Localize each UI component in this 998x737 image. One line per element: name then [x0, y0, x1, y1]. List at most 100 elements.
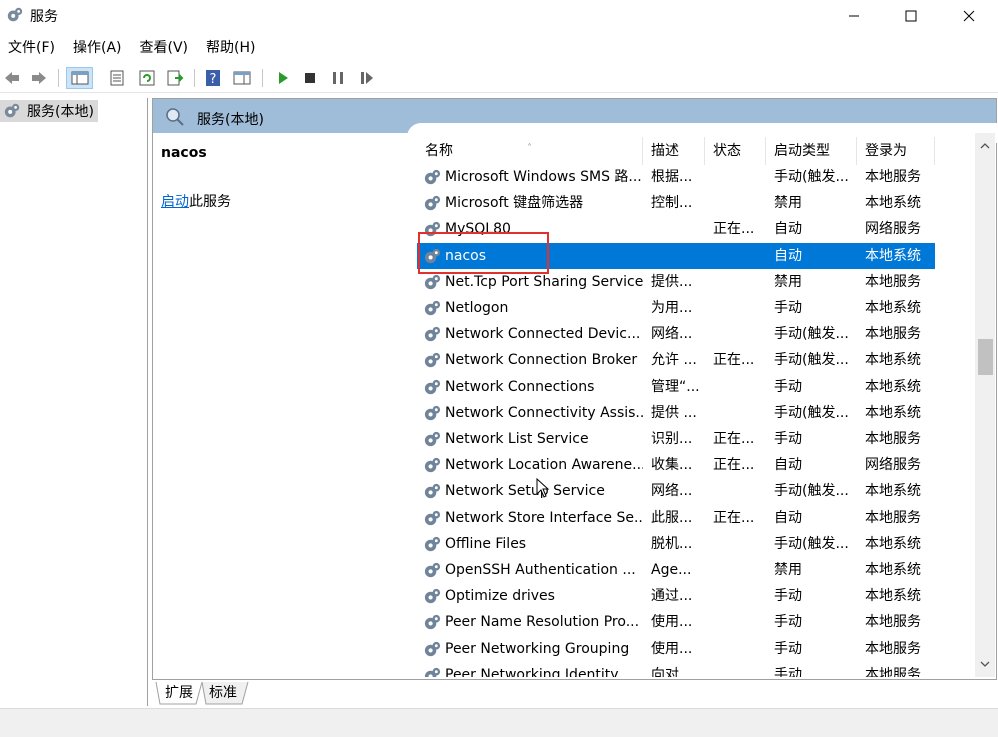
- restart-service-button[interactable]: [356, 67, 378, 89]
- cell-startup-type: 自动: [774, 457, 802, 474]
- properties-button[interactable]: [106, 67, 128, 89]
- cell-status: 正在...: [713, 509, 755, 526]
- cell-logon: 本地系统: [865, 300, 921, 316]
- cell-startup-type: 手动(触发...: [774, 483, 849, 500]
- stop-service-button[interactable]: [299, 67, 321, 89]
- cell-description: 此服...: [651, 509, 693, 526]
- vertical-scrollbar[interactable]: [975, 133, 995, 677]
- column-header-logon[interactable]: 登录为: [857, 137, 935, 165]
- column-header-description[interactable]: 描述: [643, 137, 705, 165]
- scroll-up-icon[interactable]: [980, 141, 990, 151]
- table-row[interactable]: Network Setup Service 网络... 手动(触发... 本地系统: [417, 478, 935, 504]
- cell-logon: 本地系统: [865, 378, 921, 395]
- tree-item-label: 服务(本地): [27, 104, 94, 120]
- cell-status: [713, 269, 765, 295]
- cell-description: 收集...: [651, 457, 693, 474]
- services-gear-icon: [4, 103, 20, 118]
- service-gear-icon: [424, 274, 441, 289]
- cell-description: 为用...: [651, 300, 693, 316]
- cell-description: 根据...: [651, 169, 693, 185]
- table-row[interactable]: Network Location Awarene... 收集... 正在... 自动 网…: [417, 452, 935, 478]
- pause-service-button[interactable]: [327, 67, 349, 89]
- cell-description: 通过...: [651, 588, 693, 605]
- start-service-button[interactable]: [272, 67, 294, 89]
- service-gear-icon: [424, 562, 441, 578]
- table-row[interactable]: Microsoft 键盘筛选器 控制... 禁用 本地系统: [417, 190, 935, 216]
- table-row[interactable]: OpenSSH Authentication ... Age... 禁用 本地系统: [417, 557, 935, 583]
- tree-item-services-local[interactable]: 服务(本地): [0, 100, 98, 122]
- table-row[interactable]: Network Connections 管理“... 手动 本地系统: [417, 374, 935, 400]
- table-row[interactable]: Offline Files 脱机... 手动(触发... 本地系统: [417, 531, 935, 557]
- cell-startup-type: 手动(触发...: [774, 352, 849, 369]
- table-row[interactable]: Optimize drives 通过... 手动 本地系统: [417, 583, 935, 609]
- table-row[interactable]: Microsoft Windows SMS 路... 根据... 手动(触发... 本…: [417, 164, 935, 190]
- scrollbar-thumb[interactable]: [978, 339, 993, 375]
- cell-logon: 本地服务: [865, 509, 921, 526]
- table-row[interactable]: Network Store Interface Se... 此服... 正在... 自…: [417, 505, 935, 531]
- service-gear-icon: [424, 327, 441, 342]
- panel-header-title: 服务(本地): [197, 112, 264, 128]
- cell-name: Network Connections: [445, 378, 595, 395]
- maximize-button[interactable]: [882, 0, 940, 32]
- annotation-highlight-box: [418, 232, 549, 274]
- close-button[interactable]: [940, 0, 998, 32]
- services-panel: 服务(本地) nacos 启动此服务 名称 ˄ 描述 状态 启动类型 登录为 M…: [152, 98, 998, 680]
- table-row[interactable]: Peer Networking Grouping 使用... 手动 本地服务: [417, 636, 935, 662]
- cell-status: [713, 243, 765, 269]
- table-row[interactable]: Netlogon 为用... 手动 本地系统: [417, 295, 935, 321]
- menu-view[interactable]: 查看(V): [132, 36, 199, 60]
- minimize-button[interactable]: [825, 0, 883, 32]
- column-header-status[interactable]: 状态: [705, 137, 766, 165]
- cell-logon: 本地系统: [865, 352, 921, 369]
- cell-startup-type: 手动(触发...: [774, 169, 849, 185]
- tab-standard[interactable]: 标准: [205, 682, 241, 704]
- menu-file[interactable]: 文件(F): [0, 36, 65, 60]
- restart-service-icon: [361, 72, 373, 84]
- menu-action[interactable]: 操作(A): [65, 36, 132, 60]
- export-list-button[interactable]: [164, 67, 186, 89]
- back-button[interactable]: [1, 67, 23, 89]
- cell-logon: 本地服务: [865, 614, 921, 631]
- console-tree: 服务(本地): [0, 98, 148, 706]
- toolbar-separator: [262, 69, 263, 87]
- stop-service-icon: [305, 73, 315, 83]
- column-header-name[interactable]: 名称 ˄: [417, 137, 643, 165]
- table-row[interactable]: Network Connectivity Assis... 提供 ... 手动(触发…: [417, 400, 935, 426]
- service-action: 启动此服务: [161, 191, 231, 211]
- cell-logon: 本地系统: [865, 195, 921, 212]
- table-row[interactable]: Peer Name Resolution Pro... 使用... 手动 本地服务: [417, 609, 935, 635]
- column-header-startup-type[interactable]: 启动类型: [766, 137, 857, 165]
- refresh-button[interactable]: [136, 67, 158, 89]
- forward-button[interactable]: [28, 67, 50, 89]
- start-service-link[interactable]: 启动: [161, 194, 189, 210]
- cell-name: Peer Name Resolution Pro...: [445, 614, 640, 631]
- menu-help[interactable]: 帮助(H): [198, 36, 265, 60]
- cell-logon: 本地系统: [865, 247, 921, 264]
- tab-extended[interactable]: 扩展: [161, 682, 197, 704]
- action-pane-button[interactable]: [231, 67, 253, 89]
- cell-logon: 本地系统: [865, 483, 921, 500]
- cell-description: 提供...: [651, 273, 693, 290]
- cell-name: OpenSSH Authentication ...: [445, 562, 636, 578]
- back-arrow-icon: [5, 72, 19, 84]
- cell-startup-type: 手动(触发...: [774, 404, 849, 421]
- help-button[interactable]: ?: [202, 67, 224, 89]
- table-row[interactable]: Peer Networking Identity ... 向对... 手动 本地服务: [417, 662, 935, 677]
- cell-startup-type: 自动: [774, 509, 802, 526]
- table-row[interactable]: Network List Service 识别... 正在... 手动 本地服务: [417, 426, 935, 452]
- cell-name: Network List Service: [445, 431, 589, 447]
- cell-status: [713, 295, 765, 321]
- cell-logon: 本地系统: [865, 404, 921, 421]
- show-hide-console-tree-icon: [71, 71, 88, 85]
- cell-name: Microsoft 键盘筛选器: [445, 195, 584, 212]
- console-tree-button[interactable]: [66, 67, 93, 89]
- table-row[interactable]: Network Connected Devic... 网络... 手动(触发... 本…: [417, 321, 935, 347]
- cell-description: 识别...: [651, 431, 693, 447]
- cell-status: [713, 374, 765, 400]
- service-gear-icon: [424, 510, 441, 525]
- cell-status: [713, 531, 765, 557]
- properties-icon: [110, 70, 124, 86]
- gear-icon: [7, 7, 23, 22]
- table-row[interactable]: Network Connection Broker 允许 ... 正在... 手动(触…: [417, 347, 935, 373]
- scroll-down-icon[interactable]: [980, 659, 990, 669]
